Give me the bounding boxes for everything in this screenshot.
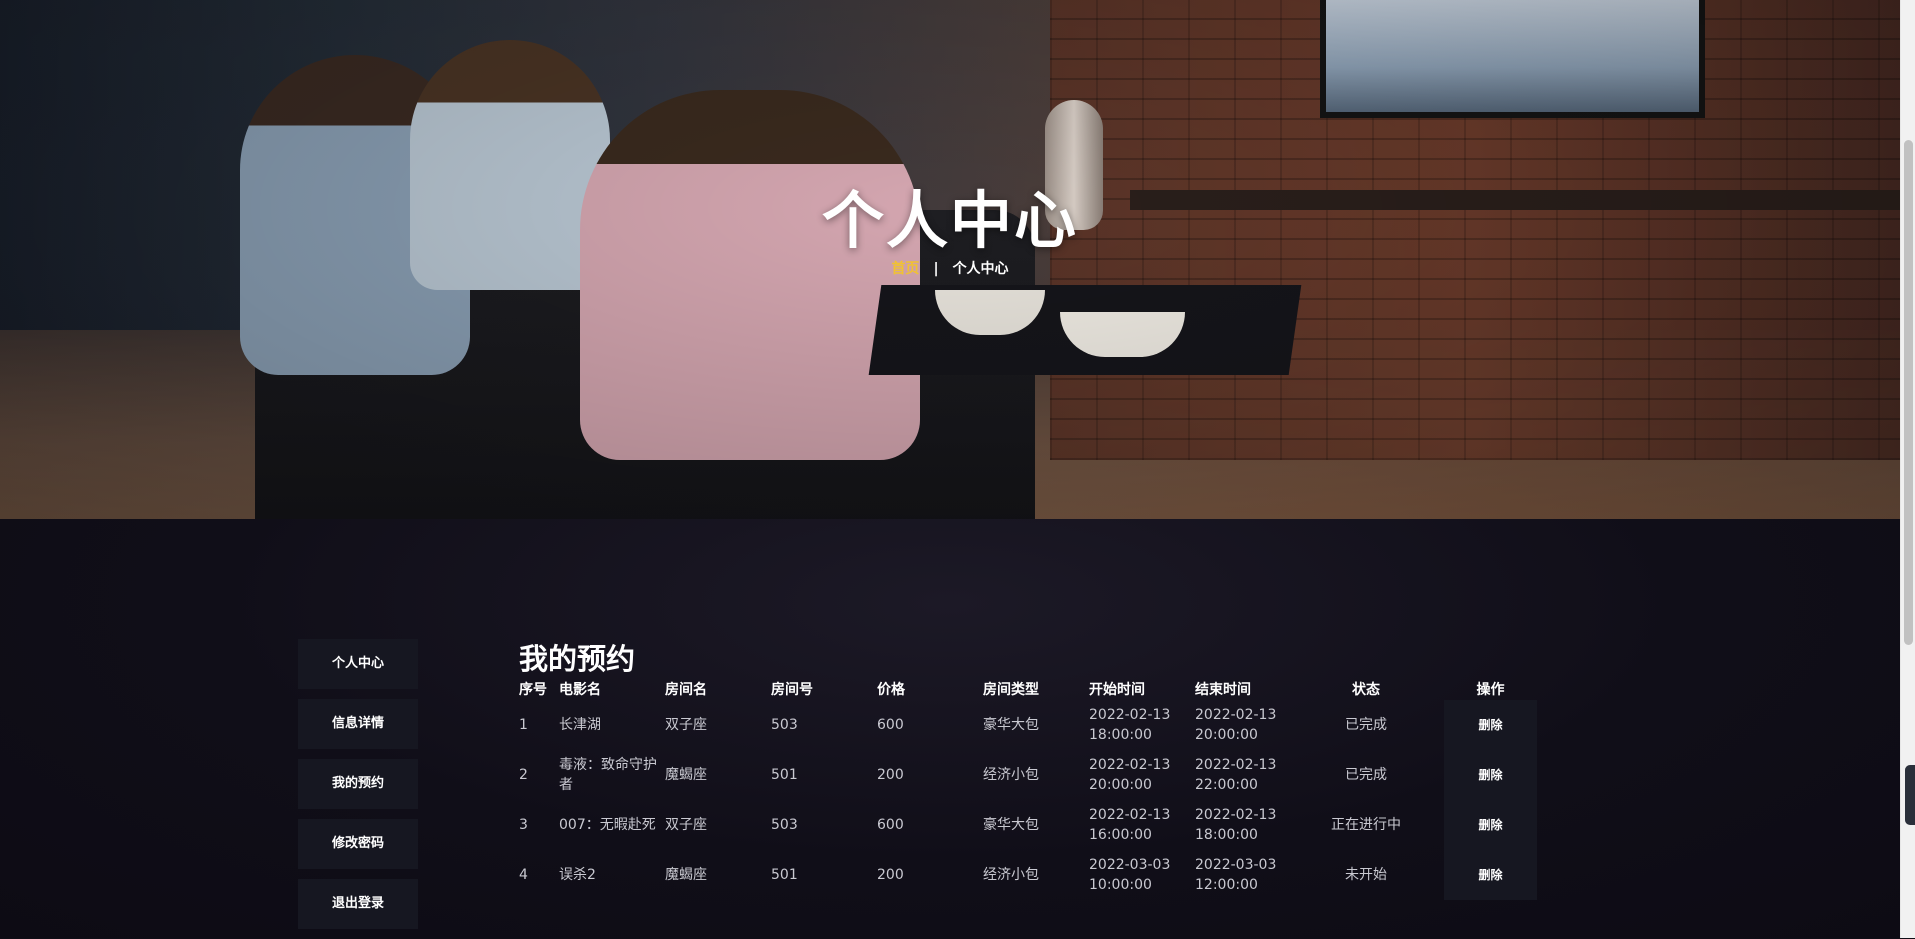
delete-button[interactable]: 删除 xyxy=(1444,815,1537,835)
cell-price: 200 xyxy=(877,867,904,883)
cell-start-time: 2022-02-13 20:00:00 xyxy=(1089,757,1171,793)
delete-button[interactable]: 删除 xyxy=(1444,765,1537,785)
cell-room-no: 501 xyxy=(771,767,798,783)
cell-room: 魔蝎座 xyxy=(665,867,707,883)
cell-room-type: 经济小包 xyxy=(983,867,1039,883)
column-header: 结束时间 xyxy=(1195,682,1251,698)
page-title: 个人中心 xyxy=(821,184,1078,257)
cell-start-time: 2022-03-03 10:00:00 xyxy=(1089,857,1171,893)
column-header: 电影名 xyxy=(559,682,601,698)
sidebar-item-info-details[interactable]: 信息详情 xyxy=(298,699,418,749)
column-header: 房间号 xyxy=(771,682,813,698)
cell-no: 1 xyxy=(519,717,528,733)
table-row: 4 误杀2 魔蝎座 501 200 经济小包 2022-03-03 10:00:… xyxy=(519,850,1539,900)
cell-room-type: 豪华大包 xyxy=(983,817,1039,833)
column-header: 房间类型 xyxy=(983,682,1039,698)
cell-no: 3 xyxy=(519,817,528,833)
cell-room-no: 501 xyxy=(771,867,798,883)
sidebar-item-profile[interactable]: 个人中心 xyxy=(298,639,418,689)
delete-button[interactable]: 删除 xyxy=(1444,715,1537,735)
delete-button[interactable]: 删除 xyxy=(1444,865,1537,885)
cell-no: 2 xyxy=(519,767,528,783)
column-header: 状态 xyxy=(1352,682,1380,698)
cell-room: 双子座 xyxy=(665,817,707,833)
cell-room: 魔蝎座 xyxy=(665,767,707,783)
table-row: 2 毒液：致命守护者 魔蝎座 501 200 经济小包 2022-02-13 2… xyxy=(519,750,1539,800)
breadcrumb-separator: | xyxy=(933,261,939,277)
cell-room-type: 经济小包 xyxy=(983,767,1039,783)
column-header: 操作 xyxy=(1476,682,1505,698)
cell-room-no: 503 xyxy=(771,717,798,733)
cell-price: 600 xyxy=(877,817,904,833)
cell-start-time: 2022-02-13 18:00:00 xyxy=(1089,707,1171,743)
cell-start-time: 2022-02-13 16:00:00 xyxy=(1089,807,1171,843)
cell-movie: 误杀2 xyxy=(559,867,596,883)
sidebar-item-logout[interactable]: 退出登录 xyxy=(298,879,418,929)
column-header: 序号 xyxy=(519,682,547,698)
floating-side-widget[interactable] xyxy=(1905,765,1915,825)
hero-banner: 个人中心 首页 | 个人中心 xyxy=(0,0,1900,519)
breadcrumb-home-link[interactable]: 首页 xyxy=(891,261,919,277)
table-header: 序号 电影名 房间名 房间号 价格 房间类型 开始时间 结束时间 状态 操作 xyxy=(519,680,1539,700)
column-header: 价格 xyxy=(877,682,905,698)
column-header: 房间名 xyxy=(665,682,707,698)
cell-end-time: 2022-02-13 18:00:00 xyxy=(1195,807,1277,843)
scrollbar-thumb[interactable] xyxy=(1904,140,1913,645)
cell-movie: 毒液：致命守护者 xyxy=(559,757,657,793)
cell-room-type: 豪华大包 xyxy=(983,717,1039,733)
cell-end-time: 2022-02-13 20:00:00 xyxy=(1195,707,1277,743)
cell-status: 已完成 xyxy=(1345,717,1387,733)
cell-price: 200 xyxy=(877,767,904,783)
cell-end-time: 2022-03-03 12:00:00 xyxy=(1195,857,1277,893)
cell-movie: 长津湖 xyxy=(559,717,601,733)
cell-status: 未开始 xyxy=(1345,867,1387,883)
cell-movie: 007：无暇赴死 xyxy=(559,817,656,833)
table-row: 1 长津湖 双子座 503 600 豪华大包 2022-02-13 18:00:… xyxy=(519,700,1539,750)
cell-end-time: 2022-02-13 22:00:00 xyxy=(1195,757,1277,793)
sidebar-item-change-password[interactable]: 修改密码 xyxy=(298,819,418,869)
section-title: 我的预约 xyxy=(519,642,636,676)
sidebar-item-my-reservations[interactable]: 我的预约 xyxy=(298,759,418,809)
cell-no: 4 xyxy=(519,867,528,883)
breadcrumb-current: 个人中心 xyxy=(952,261,1009,277)
cell-room: 双子座 xyxy=(665,717,707,733)
table-row: 3 007：无暇赴死 双子座 503 600 豪华大包 2022-02-13 1… xyxy=(519,800,1539,850)
cell-status: 已完成 xyxy=(1345,767,1387,783)
cell-room-no: 503 xyxy=(771,817,798,833)
sidebar-nav: 个人中心 信息详情 我的预约 修改密码 退出登录 xyxy=(298,639,418,939)
cell-status: 正在进行中 xyxy=(1331,817,1401,833)
reservations-table: 序号 电影名 房间名 房间号 价格 房间类型 开始时间 结束时间 状态 操作 1… xyxy=(519,680,1539,900)
column-header: 开始时间 xyxy=(1089,682,1145,698)
cell-price: 600 xyxy=(877,717,904,733)
breadcrumb: 首页 | 个人中心 xyxy=(0,258,1900,278)
